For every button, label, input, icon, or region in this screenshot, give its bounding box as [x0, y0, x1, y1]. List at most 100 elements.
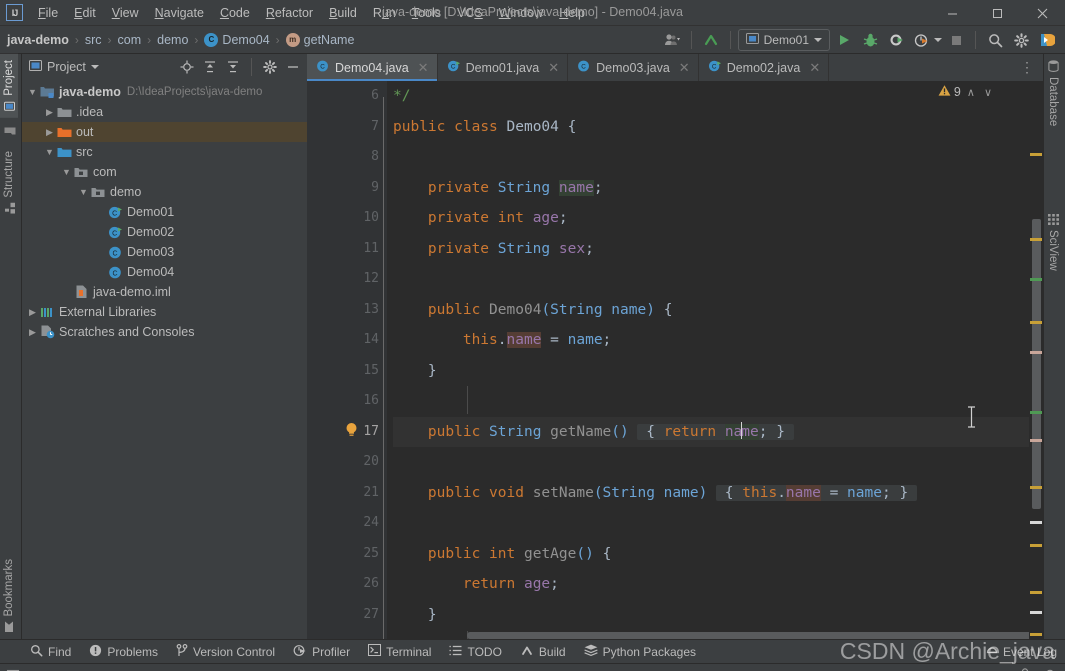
- warning-marker[interactable]: [1030, 544, 1042, 547]
- breadcrumb-item-com[interactable]: com: [118, 33, 142, 47]
- tool-window-problems[interactable]: Problems: [81, 642, 166, 662]
- sidebar-item-structure[interactable]: Structure: [0, 145, 18, 220]
- code-line-8[interactable]: [393, 142, 1029, 173]
- horizontal-scrollbar[interactable]: [467, 632, 1029, 639]
- menu-edit[interactable]: Edit: [66, 3, 104, 23]
- close-icon[interactable]: ✕: [679, 60, 690, 76]
- vcs-added-marker[interactable]: [1030, 411, 1042, 414]
- inspections-widget-icon[interactable]: [1045, 668, 1059, 671]
- stop-button[interactable]: [944, 28, 968, 52]
- code-line-14[interactable]: this.name = name;: [393, 325, 1029, 356]
- tab-demo03-java[interactable]: C Demo03.java ✕: [568, 54, 699, 81]
- tree-row-demo03[interactable]: C Demo03: [22, 242, 307, 262]
- tool-window-todo[interactable]: TODO: [441, 643, 509, 661]
- menu-help[interactable]: Help: [551, 3, 593, 23]
- warning-marker[interactable]: [1030, 633, 1042, 636]
- menu-vcs[interactable]: VCS: [449, 3, 491, 23]
- caret-position-marker[interactable]: [1030, 611, 1042, 614]
- collapse-all-icon[interactable]: [223, 57, 243, 77]
- profiler-button[interactable]: [910, 28, 934, 52]
- breadcrumb-item-method[interactable]: m getName: [285, 32, 354, 47]
- tree-row-com[interactable]: ▼ com: [22, 162, 307, 182]
- warning-marker[interactable]: [1030, 591, 1042, 594]
- tool-window-build[interactable]: Build: [512, 642, 574, 662]
- run-button[interactable]: [832, 28, 856, 52]
- code-line-15[interactable]: }: [393, 356, 1029, 387]
- tree-row-demo01[interactable]: C Demo01: [22, 202, 307, 222]
- code-line-9[interactable]: private String name;: [393, 173, 1029, 204]
- chevron-right-icon[interactable]: ▶: [43, 107, 56, 118]
- code-editor[interactable]: 9 ∧ ∨ 6 7 8 9 10 11 12 13 14 15 16 17 20…: [307, 81, 1043, 639]
- breadcrumb-item-demo[interactable]: demo: [157, 33, 188, 47]
- tree-row-demo02[interactable]: C Demo02: [22, 222, 307, 242]
- code-line-24[interactable]: [393, 508, 1029, 539]
- code-line-12[interactable]: [393, 264, 1029, 295]
- vertical-scrollbar[interactable]: [1029, 81, 1043, 639]
- chevron-down-icon[interactable]: ▼: [26, 87, 39, 97]
- tree-row-src[interactable]: ▼ src: [22, 142, 307, 162]
- tab-demo04-java[interactable]: C Demo04.java ✕: [307, 54, 438, 81]
- minimize-button[interactable]: [930, 0, 975, 26]
- tree-row-scratches[interactable]: ▶ Scratches and Consoles: [22, 322, 307, 342]
- code-line-7[interactable]: public class Demo04 {: [393, 112, 1029, 143]
- code-line-27[interactable]: }: [393, 600, 1029, 631]
- close-icon[interactable]: ✕: [809, 60, 820, 76]
- sidebar-item-folder[interactable]: [0, 118, 19, 145]
- next-problem-icon[interactable]: ∨: [981, 86, 995, 99]
- chevron-down-icon[interactable]: ▼: [77, 187, 90, 197]
- close-button[interactable]: [1020, 0, 1065, 26]
- chevron-down-icon[interactable]: ▼: [60, 167, 73, 177]
- search-everywhere-icon[interactable]: [983, 28, 1007, 52]
- tree-row-out[interactable]: ▶ out: [22, 122, 307, 142]
- sidebar-item-database[interactable]: Database: [1044, 54, 1062, 132]
- user-icon[interactable]: [660, 28, 684, 52]
- tree-row-java-demo[interactable]: ▼ java-demo D:\IdeaProjects\java-demo: [22, 82, 307, 102]
- close-icon[interactable]: ✕: [548, 60, 559, 76]
- sidebar-item-bookmarks[interactable]: Bookmarks: [0, 553, 18, 639]
- lock-icon[interactable]: [1019, 667, 1031, 671]
- tree-row-iml[interactable]: java-demo.iml: [22, 282, 307, 302]
- editor-gutter[interactable]: 6 7 8 9 10 11 12 13 14 15 16 17 20 21 24…: [307, 81, 387, 639]
- more-options-icon[interactable]: ⋮: [1020, 59, 1035, 76]
- tree-row-demo[interactable]: ▼ demo: [22, 182, 307, 202]
- code-line-26[interactable]: return age;: [393, 569, 1029, 600]
- warning-marker[interactable]: [1030, 153, 1042, 156]
- code-text[interactable]: */ public class Demo04 { private String …: [387, 81, 1029, 639]
- tool-window-profiler[interactable]: Profiler: [285, 642, 358, 662]
- menu-code[interactable]: Code: [212, 3, 258, 23]
- occurrence-marker[interactable]: [1030, 439, 1042, 442]
- code-line-20[interactable]: [393, 447, 1029, 478]
- code-line-11[interactable]: private String sex;: [393, 234, 1029, 265]
- menu-tools[interactable]: Tools: [404, 3, 449, 23]
- run-configuration-selector[interactable]: Demo01: [737, 29, 830, 51]
- tab-demo01-java[interactable]: C Demo01.java ✕: [438, 54, 569, 81]
- hide-panel-icon[interactable]: [283, 57, 303, 77]
- previous-problem-icon[interactable]: ∧: [964, 86, 978, 99]
- profiler-chevron-down-icon[interactable]: [934, 38, 942, 42]
- tool-window-version-control[interactable]: Version Control: [168, 642, 283, 662]
- vertical-scrollbar-thumb[interactable]: [1032, 219, 1041, 509]
- run-with-coverage-button[interactable]: [884, 28, 908, 52]
- menu-window[interactable]: Window: [491, 3, 551, 23]
- menu-refactor[interactable]: Refactor: [258, 3, 321, 23]
- menu-view[interactable]: View: [104, 3, 147, 23]
- tab-demo02-java[interactable]: C Demo02.java ✕: [699, 54, 830, 81]
- menu-run[interactable]: Run: [365, 3, 404, 23]
- warning-marker[interactable]: [1030, 238, 1042, 241]
- inspections-widget[interactable]: 9 ∧ ∨: [938, 84, 995, 100]
- caret-position-marker[interactable]: [1030, 521, 1042, 524]
- tree-row-idea[interactable]: ▶ .idea: [22, 102, 307, 122]
- code-line-13[interactable]: public Demo04(String name) {: [393, 295, 1029, 326]
- breadcrumb-item-src[interactable]: src: [85, 33, 102, 47]
- debug-button[interactable]: [858, 28, 882, 52]
- intention-bulb-icon[interactable]: [345, 422, 358, 438]
- menu-file[interactable]: File: [30, 3, 66, 23]
- code-line-10[interactable]: private int age;: [393, 203, 1029, 234]
- code-line-6[interactable]: */: [393, 81, 1029, 112]
- vcs-update-icon[interactable]: [699, 28, 723, 52]
- code-line-16[interactable]: [393, 386, 1029, 417]
- code-line-17[interactable]: public String getName() { return name; }: [393, 416, 1029, 447]
- tool-window-python-packages[interactable]: Python Packages: [576, 642, 704, 661]
- warning-marker[interactable]: [1030, 321, 1042, 324]
- close-icon[interactable]: ✕: [418, 60, 429, 76]
